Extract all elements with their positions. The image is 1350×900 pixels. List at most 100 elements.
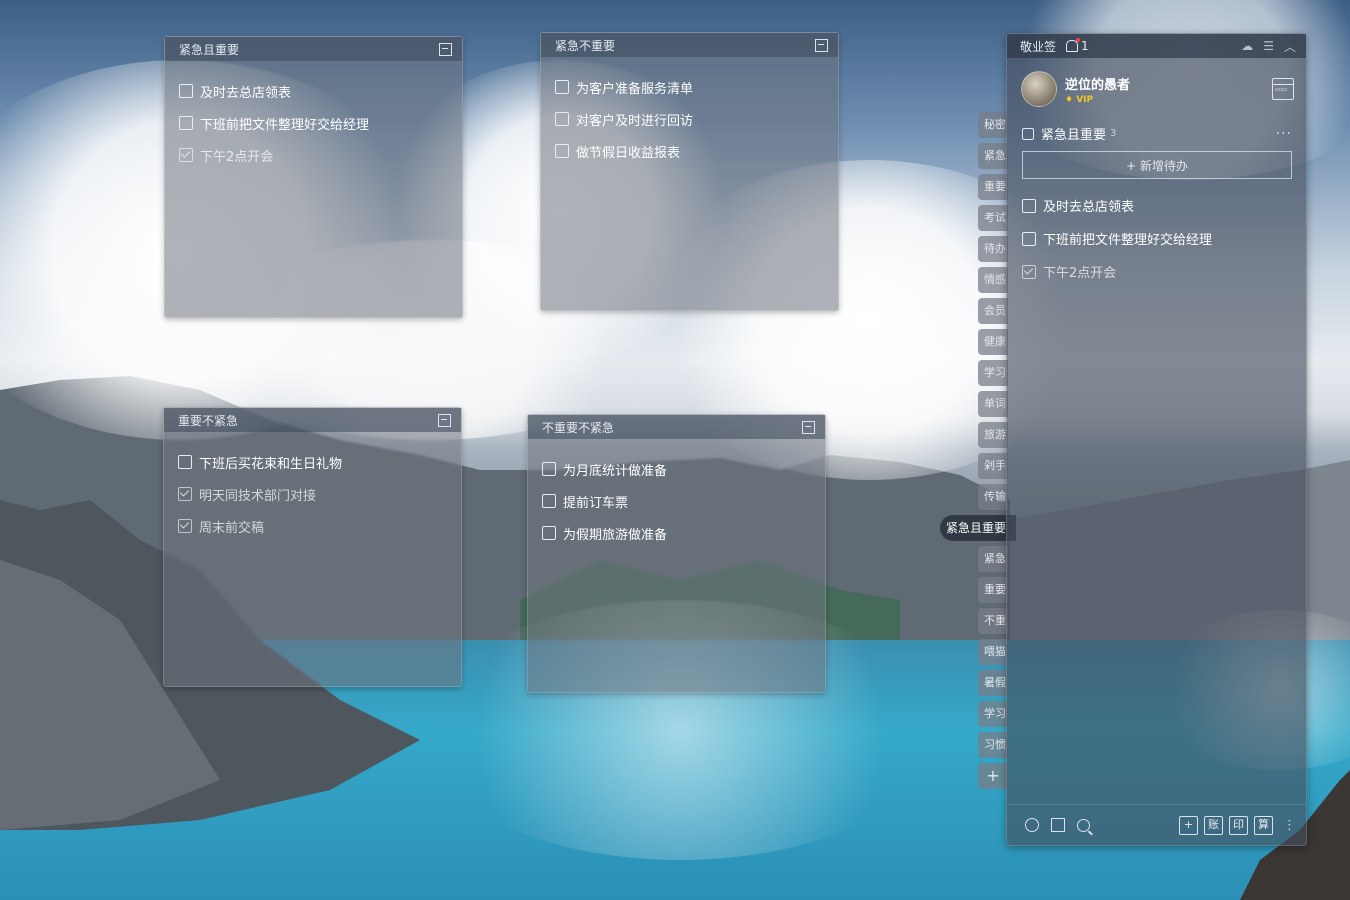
category-tab[interactable]: 会员: [978, 298, 1008, 324]
category-tab[interactable]: 秘密: [978, 112, 1008, 138]
todo-text: 对客户及时进行回访: [576, 113, 694, 129]
todo-item[interactable]: 做节假日收益报表: [555, 135, 838, 167]
todo-checkbox[interactable]: [179, 84, 193, 98]
pin-to-desktop-icon[interactable]: [815, 38, 828, 52]
calculator-button[interactable]: 算: [1254, 815, 1273, 835]
todo-checkbox[interactable]: [542, 526, 556, 540]
note-header[interactable]: 不重要不紧急: [528, 415, 825, 439]
calendar-check-icon[interactable]: [1051, 818, 1065, 832]
todo-checkbox[interactable]: [555, 144, 569, 158]
bell-icon[interactable]: [1066, 38, 1081, 52]
more-vertical-icon[interactable]: ⋮: [1283, 818, 1296, 833]
category-tab[interactable]: 重要: [978, 577, 1008, 603]
todo-text: 做节假日收益报表: [576, 145, 681, 161]
category-tab[interactable]: 习惯: [978, 732, 1008, 758]
category-tab[interactable]: 暑假: [978, 670, 1008, 696]
todo-checkbox[interactable]: [178, 519, 192, 533]
note-header[interactable]: 紧急不重要: [541, 33, 838, 57]
todo-checkbox[interactable]: [178, 455, 192, 469]
todo-checkbox[interactable]: [1022, 198, 1036, 213]
todo-checkbox[interactable]: [1022, 264, 1036, 279]
category-tab[interactable]: 学习: [978, 360, 1008, 386]
clock-icon[interactable]: [1025, 818, 1039, 832]
check-icon: [1022, 127, 1034, 140]
avatar[interactable]: [1021, 71, 1057, 107]
note-header[interactable]: 重要不紧急: [164, 408, 461, 432]
todo-item[interactable]: 下班前把文件整理好交给经理: [1022, 222, 1306, 255]
category-tab[interactable]: 考试: [978, 205, 1008, 231]
todo-item[interactable]: 为假期旅游做准备: [542, 517, 825, 549]
todo-text: 下班前把文件整理好交给经理: [1043, 233, 1213, 248]
todo-text: 明天同技术部门对接: [199, 488, 317, 504]
user-row: 逆位的愚者 ♦ VIP: [1007, 58, 1306, 110]
todo-text: 周末前交稿: [199, 520, 265, 536]
todo-item[interactable]: 下班后买花束和生日礼物: [178, 446, 461, 478]
category-tab[interactable]: 紧急: [978, 546, 1008, 572]
search-icon[interactable]: [1077, 818, 1090, 832]
more-options-button[interactable]: ···: [1276, 126, 1292, 142]
todo-item[interactable]: 周末前交稿: [178, 510, 461, 542]
category-tab[interactable]: 不重: [978, 608, 1008, 634]
todo-text: 提前订车票: [563, 495, 629, 511]
todo-item[interactable]: 下午2点开会: [179, 139, 462, 171]
collapse-icon[interactable]: ︿: [1284, 38, 1296, 55]
user-name[interactable]: 逆位的愚者: [1065, 74, 1130, 93]
todo-checkbox[interactable]: [542, 462, 556, 476]
todo-checkbox[interactable]: [555, 80, 569, 94]
todo-checkbox[interactable]: [555, 112, 569, 126]
note-title: 重要不紧急: [178, 413, 239, 428]
menu-icon[interactable]: ☰: [1263, 39, 1274, 53]
todo-item[interactable]: 明天同技术部门对接: [178, 478, 461, 510]
pin-to-desktop-icon[interactable]: [438, 413, 451, 427]
category-tab[interactable]: 重要: [978, 174, 1008, 200]
panel-toolbar: + 账 印 算 ⋮: [1007, 804, 1306, 845]
category-tab[interactable]: 单词: [978, 391, 1008, 417]
sticky-note[interactable]: 紧急且重要 及时去总店领表 下班前把文件整理好交给经理 下午2点开会: [164, 36, 463, 318]
pin-to-desktop-icon[interactable]: [802, 420, 815, 434]
list-header: 紧急且重要 3 ···: [1007, 124, 1306, 143]
calendar-icon[interactable]: [1272, 78, 1294, 100]
todo-text: 为假期旅游做准备: [563, 527, 668, 543]
category-tab[interactable]: 学习: [978, 701, 1008, 727]
pin-to-desktop-icon[interactable]: [439, 42, 452, 56]
todo-item[interactable]: 为客户准备服务清单: [555, 71, 838, 103]
category-tab[interactable]: 待办: [978, 236, 1008, 262]
account-button[interactable]: 账: [1204, 815, 1223, 835]
category-tab[interactable]: 旅游: [978, 422, 1008, 448]
todo-checkbox[interactable]: [1022, 231, 1036, 246]
category-tab[interactable]: 剁手: [978, 453, 1008, 479]
todo-text: 及时去总店领表: [1043, 200, 1135, 215]
panel-titlebar[interactable]: 敬业签 1 ☁ ☰ ︿: [1007, 34, 1306, 58]
todo-item[interactable]: 下班前把文件整理好交给经理: [179, 107, 462, 139]
todo-checkbox[interactable]: [179, 116, 193, 130]
add-note-button[interactable]: +: [1179, 815, 1198, 835]
category-tab-active[interactable]: 紧急且重要: [940, 515, 1016, 541]
todo-item[interactable]: 对客户及时进行回访: [555, 103, 838, 135]
print-button[interactable]: 印: [1229, 815, 1248, 835]
todo-item[interactable]: 及时去总店领表: [179, 75, 462, 107]
todo-item[interactable]: 下午2点开会: [1022, 255, 1306, 288]
note-title: 紧急不重要: [555, 38, 616, 53]
sticky-note[interactable]: 重要不紧急 下班后买花束和生日礼物 明天同技术部门对接 周末前交稿: [163, 407, 462, 687]
add-category-button[interactable]: +: [978, 763, 1008, 789]
category-tab[interactable]: 健康: [978, 329, 1008, 355]
todo-text: 下班后买花束和生日礼物: [199, 456, 343, 472]
todo-item[interactable]: 及时去总店领表: [1022, 189, 1306, 222]
add-todo-button[interactable]: + 新增待办: [1022, 151, 1292, 179]
todo-checkbox[interactable]: [179, 148, 193, 162]
todo-text: 为客户准备服务清单: [576, 81, 694, 97]
sticky-note[interactable]: 紧急不重要 为客户准备服务清单 对客户及时进行回访 做节假日收益报表: [540, 32, 839, 311]
note-header[interactable]: 紧急且重要: [165, 37, 462, 61]
category-tab[interactable]: 传输: [978, 484, 1008, 510]
todo-item[interactable]: 为月底统计做准备: [542, 453, 825, 485]
todo-text: 下午2点开会: [200, 149, 274, 165]
todo-item[interactable]: 提前订车票: [542, 485, 825, 517]
todo-checkbox[interactable]: [178, 487, 192, 501]
category-tab[interactable]: 情感: [978, 267, 1008, 293]
notification-count: 1: [1081, 39, 1089, 53]
category-tab[interactable]: 紧急: [978, 143, 1008, 169]
category-tab[interactable]: 喂猫: [978, 639, 1008, 665]
sticky-note[interactable]: 不重要不紧急 为月底统计做准备 提前订车票 为假期旅游做准备: [527, 414, 826, 693]
todo-checkbox[interactable]: [542, 494, 556, 508]
cloud-sync-icon[interactable]: ☁: [1241, 39, 1253, 53]
